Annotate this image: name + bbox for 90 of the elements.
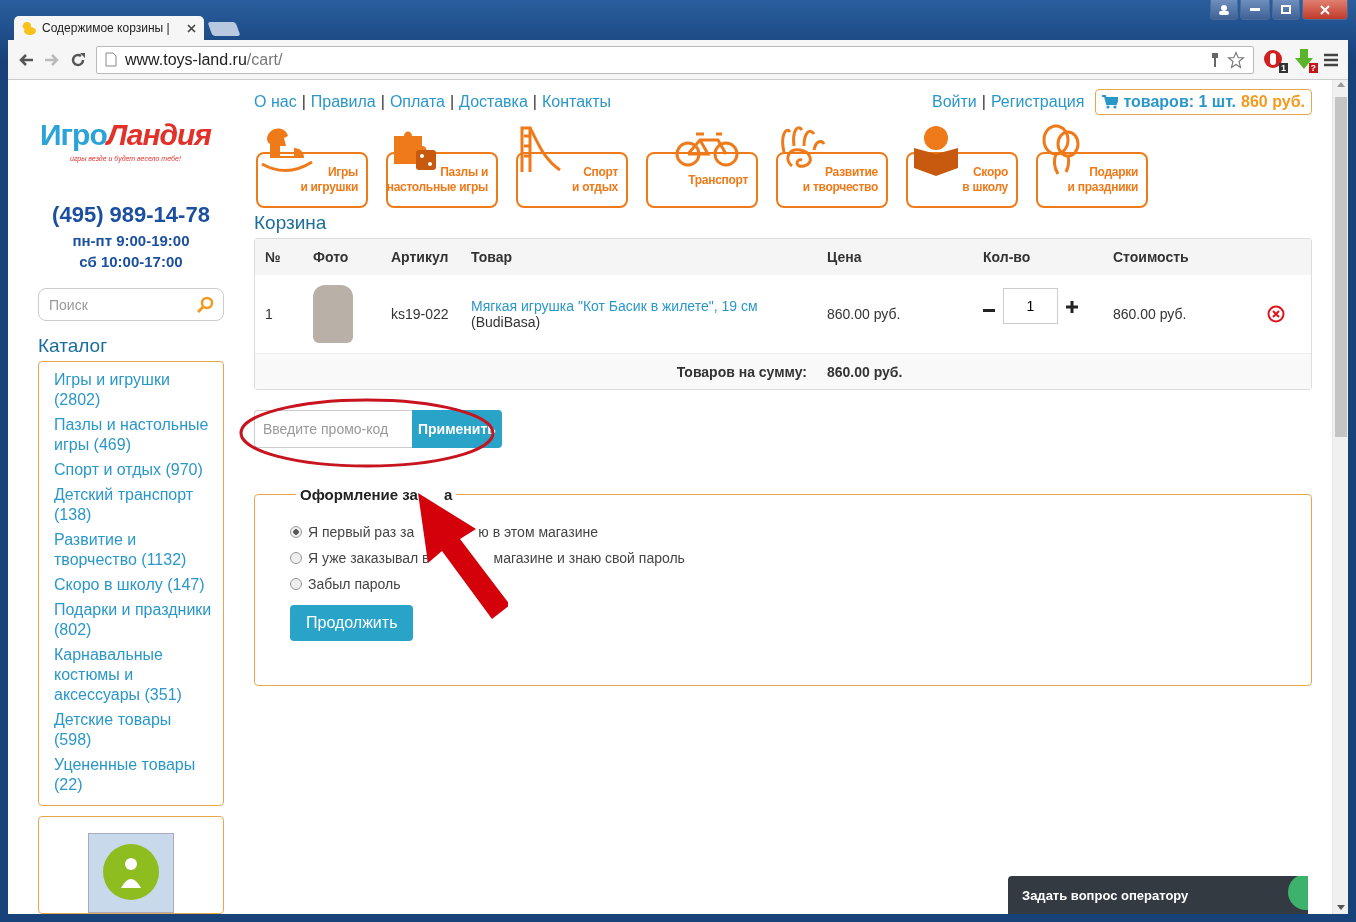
cart-summary[interactable]: товаров: 1 шт. 860 руб. (1095, 89, 1312, 115)
continue-button[interactable]: Продолжить (290, 605, 414, 641)
minimize-icon (1250, 7, 1260, 12)
nav-link[interactable]: Контакты (542, 93, 612, 111)
user-button[interactable] (1210, 0, 1238, 20)
cart-icon (1102, 95, 1119, 109)
total-value: 860.00 руб. (827, 363, 904, 380)
working-hours: пн-пт 9:00-19:00 (71, 232, 191, 250)
people-icon (101, 842, 161, 902)
column-header: Артикул (391, 249, 450, 265)
column-header: Цена (827, 249, 863, 265)
minus-icon (983, 308, 995, 313)
radio-button[interactable] (290, 552, 302, 564)
page-icon (105, 52, 117, 67)
nav-link[interactable]: Доставка (459, 93, 528, 111)
maximize-button[interactable] (1272, 0, 1300, 20)
table-cell-text: 860.00 руб. (1113, 306, 1188, 322)
browser-tab[interactable]: Содержимое корзины | (14, 16, 204, 40)
table-cell-text: ks19-022 (391, 306, 450, 322)
duck-icon (22, 21, 36, 35)
table-cell-text: 860.00 руб. (827, 306, 902, 322)
auth-link[interactable]: Регистрация (990, 93, 1085, 111)
close-icon[interactable] (187, 23, 196, 33)
column-header: Стоимость (1113, 249, 1190, 265)
catalog-title: Каталог (38, 335, 109, 357)
option-label: ю в этом магазине (478, 524, 598, 540)
badge: 1 (1279, 62, 1288, 73)
scrollbar[interactable] (1332, 80, 1348, 914)
catalog-link[interactable]: Игры и игрушки (2802) (54, 370, 213, 410)
badge: ? (1308, 62, 1318, 73)
catalog-link[interactable]: Пазлы и настольные игры (469) (54, 415, 213, 455)
maximize-icon (1281, 5, 1291, 14)
column-header: № (265, 249, 282, 265)
user-icon (1219, 4, 1229, 15)
quantity-field[interactable]: 1 (1003, 288, 1058, 324)
option-label: магазине и знаю свой пароль (493, 550, 685, 566)
separator: | (301, 93, 306, 111)
minimize-button[interactable] (1240, 0, 1270, 20)
catalog-link[interactable]: Развитие и творчество (1132) (54, 530, 213, 570)
extension-button[interactable]: ? (1294, 48, 1314, 71)
chat-widget[interactable]: Задать вопрос оператору (1008, 876, 1308, 914)
tab-title: Содержимое корзины | (42, 21, 170, 35)
separator: | (981, 93, 986, 111)
search-field[interactable]: Поиск (38, 288, 224, 321)
product-link[interactable]: Мягкая игрушка "Кот Басик в жилете", 19 см (471, 298, 827, 314)
radio-button[interactable] (290, 526, 302, 538)
catalog-link[interactable]: Детский транспорт (138) (54, 485, 213, 525)
table-cell-text: 1 (265, 306, 274, 322)
nav-link[interactable]: Оплата (389, 93, 445, 111)
catalog-link[interactable]: Карнавальные костюмы и аксессуары (351) (54, 645, 213, 705)
promo-code-field[interactable]: Введите промо-код (254, 410, 412, 448)
column-header: Фото (313, 249, 350, 265)
download-arrow-icon (1294, 48, 1314, 71)
menu-icon[interactable] (1324, 52, 1338, 67)
reload-icon[interactable] (70, 51, 86, 68)
catalog-link[interactable]: Подарки и праздники (802) (54, 600, 213, 640)
back-arrow-icon[interactable] (18, 52, 34, 67)
column-header: Кол-во (983, 249, 1032, 265)
separator: | (380, 93, 385, 111)
new-tab-button[interactable] (207, 22, 241, 36)
working-hours: сб 10:00-17:00 (78, 253, 184, 271)
catalog-link[interactable]: Детские товары (598) (54, 710, 213, 750)
star-icon[interactable] (1227, 50, 1245, 69)
scroll-down-icon[interactable] (1336, 905, 1345, 910)
section-title: а (443, 486, 453, 503)
radio-button[interactable] (290, 578, 302, 590)
total-label: Товаров на сумму: (676, 363, 807, 380)
section-title: Оформление за (300, 486, 418, 503)
catalog-link[interactable]: Скоро в школу (147) (54, 575, 213, 595)
nav-link[interactable]: О нас (254, 93, 297, 111)
close-icon (1320, 4, 1330, 15)
key-icon[interactable] (1211, 52, 1219, 67)
separator: | (449, 93, 455, 111)
photo-placeholder (313, 285, 353, 343)
close-window-button[interactable] (1302, 0, 1348, 20)
nav-link[interactable]: Правила (310, 93, 376, 111)
option-label: Забыл пароль (308, 576, 401, 592)
page-title: Корзина (254, 212, 328, 234)
separator: | (532, 93, 537, 111)
remove-icon[interactable] (1267, 305, 1285, 323)
option-label: Я первый раз за (308, 524, 415, 540)
brand-text: (BudiBasa) (471, 314, 542, 330)
catalog-link[interactable]: Уцененные товары (22) (54, 755, 213, 795)
plus-icon (1066, 300, 1078, 313)
url-text: www.toys-land.ru/cart/ (125, 50, 283, 69)
column-header: Товар (471, 249, 513, 265)
catalog-link[interactable]: Спорт и отдых (970) (54, 460, 213, 480)
phone-number: (495) 989-14-78 (51, 202, 211, 229)
address-bar[interactable]: www.toys-land.ru/cart/ (96, 45, 1254, 74)
auth-link[interactable]: Войти (931, 93, 977, 111)
